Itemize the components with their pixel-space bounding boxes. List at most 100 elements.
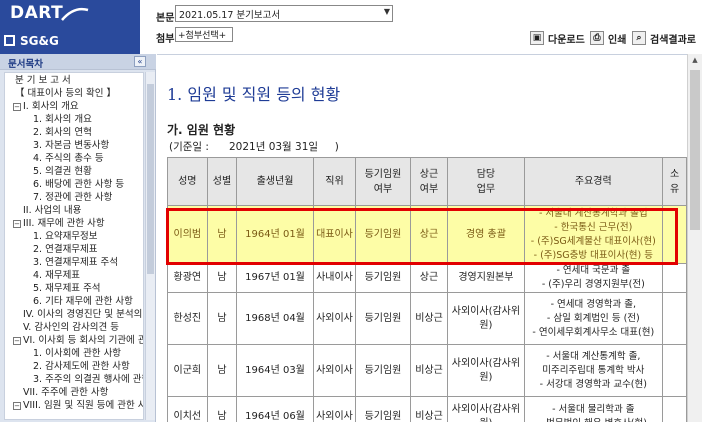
section-title: 1. 임원 및 직원 등의 현황 — [167, 85, 341, 104]
search-results-label: 검색결과로 — [650, 34, 696, 46]
cell-duty: 사외이사(감사위원) — [447, 292, 525, 345]
collapse-icon[interactable]: − — [13, 337, 21, 345]
header-cell: 소 유 — [662, 157, 687, 206]
toc-item[interactable]: − III. 재무에 관한 사항 — [13, 218, 105, 230]
cell-gender: 남 — [206, 263, 238, 293]
toc-item-label: III. 재무에 관한 사항 — [23, 218, 105, 229]
career-line: - 연세대 경영학과 졸, — [550, 298, 637, 310]
cell-gender: 남 — [206, 292, 238, 345]
table-row: 한성진 남 1968년 04월 사외이사 등기임원 비상근 사외이사(감사위원) - 연세대 … — [167, 292, 687, 345]
report-label: 본문 — [156, 13, 175, 24]
cell-gender: 남 — [206, 205, 238, 264]
cell-registered: 등기임원 — [355, 292, 411, 345]
toc-item[interactable]: 5. 의결권 현황 — [33, 166, 92, 178]
download-icon: ▣ — [530, 31, 544, 45]
report-select[interactable]: 2021.05.17 분기보고서 ▼ — [175, 5, 393, 22]
collapse-sidebar-button[interactable]: « — [134, 56, 146, 67]
career-line: - 법무법인 해우 변호사(현) — [525, 417, 662, 422]
header-cell: 성명 — [167, 157, 208, 206]
toc-item[interactable]: − VIII. 임원 및 직원 등에 관한 사항 — [13, 400, 144, 412]
career-line: - (주)SG충방 대표이사(현) 등 — [533, 249, 653, 261]
cell-birth: 1964년 01월 — [236, 205, 314, 264]
toc-item[interactable]: 1. 이사회에 관한 사항 — [33, 348, 121, 360]
base-date: (기준일 : 2021년 03월 31일 ) — [169, 141, 339, 153]
toc-item[interactable]: 2. 회사의 연혁 — [33, 127, 92, 139]
collapse-icon[interactable]: − — [13, 402, 21, 410]
cell-extra — [662, 344, 687, 397]
search-icon: ⌕ — [632, 31, 646, 45]
cell-extra — [662, 263, 687, 293]
document-viewer: 1. 임원 및 직원 등의 현황 가. 임원 현황 (기준일 : 2021년 0… — [157, 54, 687, 422]
career-line: - 서울대 계산통계학과 졸업 — [538, 207, 648, 219]
table-row: 이의범 남 1964년 01월 대표이사 등기임원 상근 경영 총괄 - 서울대 계산통계학과… — [167, 205, 687, 264]
cell-duty: 사외이사(감사위원) — [447, 396, 525, 422]
cell-birth: 1968년 04월 — [236, 292, 314, 345]
collapse-icon[interactable]: − — [13, 220, 21, 228]
cell-position: 사외이사 — [312, 292, 357, 345]
toc-item[interactable]: 4. 재무제표 — [33, 270, 80, 282]
cell-registered: 등기임원 — [355, 205, 411, 264]
dart-logo[interactable]: DART — [0, 0, 140, 28]
cell-career: - 서울대 계산통계학과 졸업 - 한국통신 근무(전) - (주)SG세계물산 대… — [523, 205, 664, 264]
document-scrollbar[interactable]: ▲ — [687, 54, 702, 422]
document-scrollbar-thumb[interactable] — [690, 70, 700, 230]
career-line: - (주)우리 경영지원부(전) — [541, 279, 645, 290]
toc-scrollbar-thumb[interactable] — [147, 84, 154, 274]
header-cell: 주요경력 — [523, 157, 664, 206]
toc-item[interactable]: 2. 감사제도에 관한 사항 — [33, 361, 130, 373]
scroll-up-icon[interactable]: ▲ — [690, 56, 700, 66]
toc-item[interactable]: VII. 주주에 관한 사항 — [23, 387, 108, 399]
toc-item[interactable]: IV. 이사의 경영진단 및 분석의견 — [23, 309, 143, 321]
toc-item[interactable]: 5. 재무제표 주석 — [33, 283, 101, 295]
printer-icon: ⎙ — [590, 31, 604, 45]
toc-item[interactable]: 1. 요약재무정보 — [33, 231, 98, 243]
toc-item[interactable]: II. 사업의 내용 — [23, 205, 81, 217]
cell-fulltime: 비상근 — [409, 396, 449, 422]
career-line: - (주)SG세계물산 대표이사(현) — [530, 235, 656, 247]
executives-table: 성명 성별 출생년월 직위 등기임원 여부 상근 여부 담당 업무 주요경력 소… — [167, 157, 687, 422]
table-row: 이군희 남 1964년 03월 사외이사 등기임원 비상근 사외이사(감사위원) - 서울대 … — [167, 344, 687, 397]
toc-item[interactable]: 6. 기타 재무에 관한 사항 — [33, 296, 133, 308]
toc-item[interactable]: − I. 회사의 개요 — [13, 101, 79, 113]
cell-fulltime: 비상근 — [409, 292, 449, 345]
toc-scrollbar[interactable] — [145, 72, 155, 420]
download-button[interactable]: ▣ 다운로드 — [530, 30, 585, 46]
career-line: - 연이세무회계사무소 대표(현) — [532, 326, 655, 338]
toc-item[interactable]: 3. 자본금 변동사항 — [33, 140, 109, 152]
report-select-value: 2021.05.17 분기보고서 — [179, 10, 281, 21]
header-cell: 직위 — [312, 157, 357, 206]
toc-item-label: VI. 이사회 등 회사의 기관에 관한 — [23, 335, 144, 346]
toc-item[interactable]: 7. 정관에 관한 사항 — [33, 192, 112, 204]
print-button[interactable]: ⎙ 인쇄 — [590, 30, 626, 46]
career-line: - 서울대 계산통계학 졸, — [546, 350, 641, 362]
toc-item[interactable]: 분 기 보 고 서 — [15, 75, 71, 87]
search-results-button[interactable]: ⌕ 검색결과로 — [632, 30, 696, 46]
header-cell: 성별 — [206, 157, 238, 206]
toc-item[interactable]: 【 대표이사 등의 확인 】 — [15, 88, 116, 100]
toc-tree: 분 기 보 고 서 【 대표이사 등의 확인 】 − I. 회사의 개요 1. 회… — [4, 72, 144, 420]
cell-birth: 1967년 01월 — [236, 263, 314, 293]
toc-item[interactable]: 1. 회사의 개요 — [33, 114, 92, 126]
cell-name: 이의범 — [167, 205, 208, 264]
toc-item-label: VIII. 임원 및 직원 등에 관한 사항 — [23, 400, 144, 411]
cell-position: 사외이사 — [312, 344, 357, 397]
cell-duty: 경영지원본부 — [447, 263, 525, 293]
cell-fulltime: 비상근 — [409, 344, 449, 397]
attachment-select-value: +첨부선택+ — [178, 31, 227, 41]
cell-birth: 1964년 06월 — [236, 396, 314, 422]
toc-item[interactable]: − VI. 이사회 등 회사의 기관에 관한 — [13, 335, 144, 347]
toc-item[interactable]: 3. 연결재무제표 주석 — [33, 257, 118, 269]
cell-duty: 사외이사(감사위원) — [447, 344, 525, 397]
collapse-icon[interactable]: − — [13, 103, 21, 111]
toc-item[interactable]: 6. 배당에 관한 사항 등 — [33, 179, 124, 191]
attachment-select[interactable]: +첨부선택+ — [175, 27, 233, 42]
toc-item[interactable]: V. 감사인의 감사의견 등 — [23, 322, 119, 334]
toc-item[interactable]: 4. 주식의 총수 등 — [33, 153, 104, 165]
toc-item[interactable]: 3. 주주의 의결권 행사에 관한 ... — [33, 374, 143, 386]
cell-extra — [662, 292, 687, 345]
company-name: SG&G — [20, 34, 59, 48]
toc-item[interactable]: 2. 연결재무제표 — [33, 244, 98, 256]
download-label: 다운로드 — [548, 34, 585, 46]
cell-birth: 1964년 03월 — [236, 344, 314, 397]
header-cell: 등기임원 여부 — [355, 157, 411, 206]
